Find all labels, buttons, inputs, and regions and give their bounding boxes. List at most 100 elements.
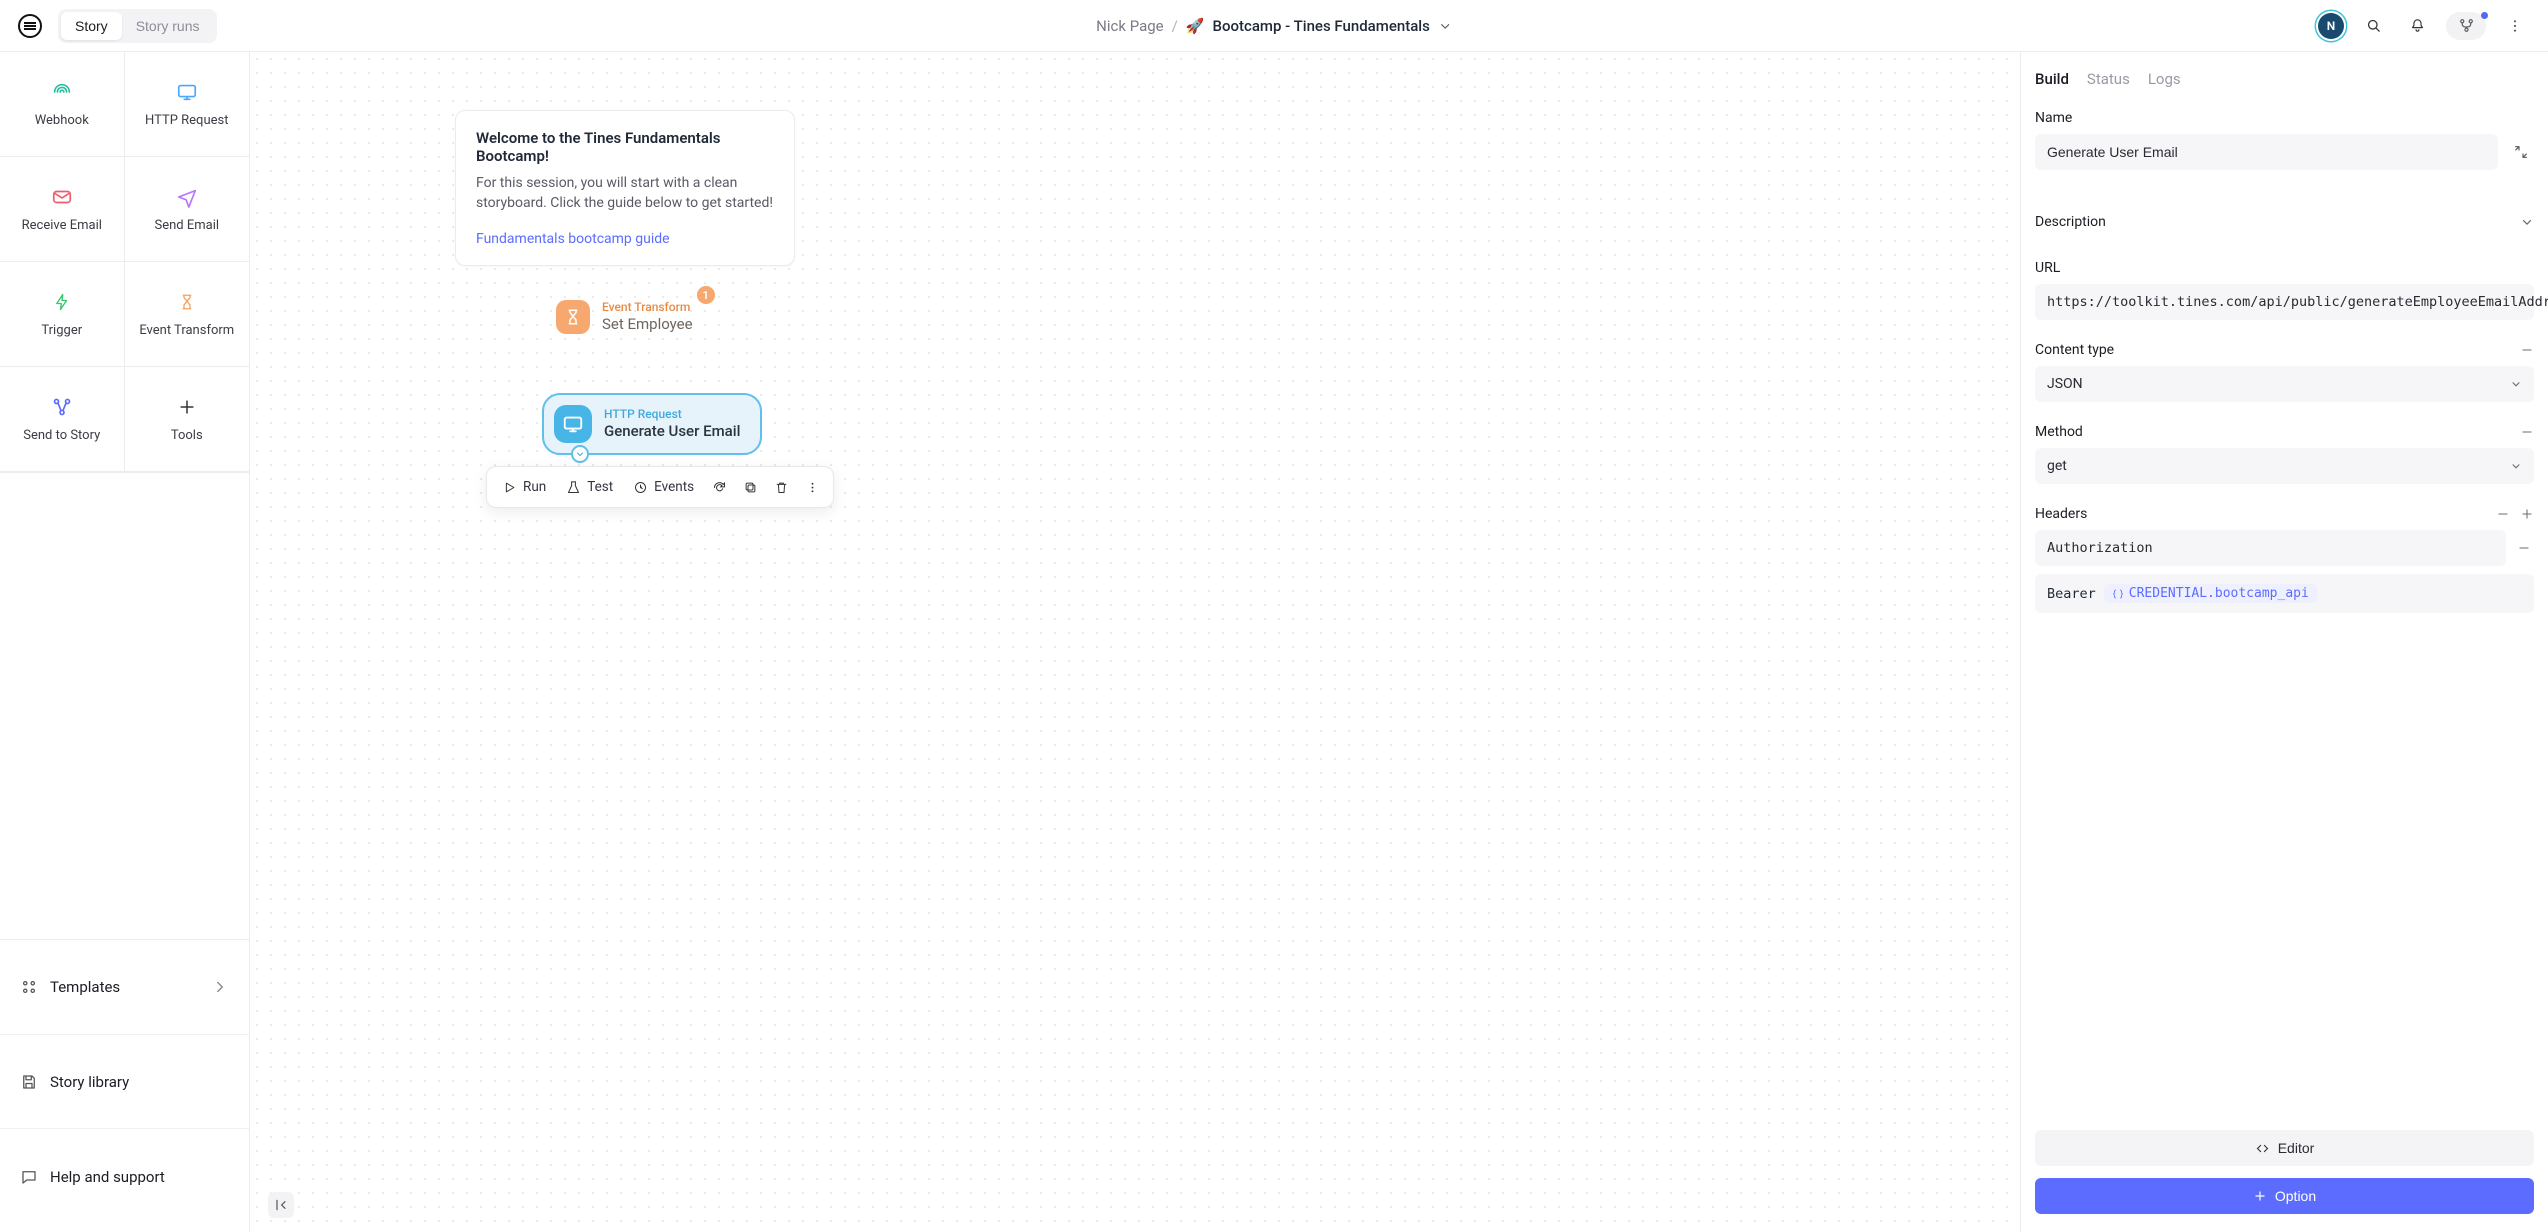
node-set-employee[interactable]: Event Transform Set Employee 1 [548, 292, 709, 342]
left-sidebar: Webhook HTTP Request Receive Email Send … [0, 52, 250, 1232]
palette-label: Webhook [35, 113, 89, 128]
method-select[interactable]: get [2035, 448, 2534, 484]
breadcrumb-title[interactable]: Bootcamp - Tines Fundamentals [1213, 17, 1430, 35]
collapse-icon [2513, 144, 2529, 160]
palette-trigger[interactable]: Trigger [0, 262, 125, 367]
chevron-down-icon[interactable] [2520, 215, 2534, 229]
run-button[interactable]: Run [492, 472, 556, 502]
credential-text: CREDENTIAL.bootcamp_api [2129, 586, 2309, 601]
credential-token[interactable]: CREDENTIAL.bootcamp_api [2104, 584, 2317, 603]
collapse-icon [273, 1197, 289, 1213]
collapse-panel-button[interactable] [2508, 139, 2534, 165]
url-label: URL [2035, 260, 2534, 276]
header-value-prefix: Bearer [2047, 586, 2096, 602]
node-toolbar: Run Test Events [486, 466, 834, 508]
header-key-input[interactable]: Authorization [2035, 530, 2506, 566]
method-value: get [2047, 458, 2067, 474]
changes-dot-icon [2481, 12, 2488, 19]
url-input[interactable]: https://toolkit.tines.com/api/public/gen… [2035, 284, 2534, 320]
more-vertical-icon [2507, 18, 2523, 34]
tab-build[interactable]: Build [2035, 70, 2069, 88]
bell-icon [2409, 17, 2426, 34]
add-output-button[interactable] [571, 445, 589, 463]
beaker-icon [566, 480, 581, 495]
palette-send-to-story[interactable]: Send to Story [0, 367, 125, 472]
node-generate-email[interactable]: HTTP Request Generate User Email [542, 393, 762, 455]
remove-icon[interactable] [2496, 507, 2510, 521]
search-icon [2365, 17, 2382, 34]
node-name: Set Employee [602, 315, 693, 334]
option-button[interactable]: Option [2035, 1178, 2534, 1214]
tab-status[interactable]: Status [2087, 70, 2130, 88]
welcome-body: For this session, you will start with a … [476, 173, 774, 214]
palette-label: Trigger [41, 323, 82, 338]
nav-templates[interactable]: Templates [0, 939, 249, 1034]
remove-icon[interactable] [2520, 425, 2534, 439]
palette-label: Event Transform [139, 323, 234, 338]
bolt-icon [51, 291, 73, 313]
tab-story-runs[interactable]: Story runs [122, 12, 214, 40]
plus-icon [176, 396, 198, 418]
node-more-button[interactable] [797, 473, 828, 502]
copy-button[interactable] [735, 473, 766, 502]
content-type-value: JSON [2047, 376, 2083, 392]
rerun-button[interactable] [704, 473, 735, 502]
test-button[interactable]: Test [556, 472, 623, 502]
editor-button[interactable]: Editor [2035, 1130, 2534, 1166]
clock-icon [633, 480, 648, 495]
palette-tools[interactable]: Tools [125, 367, 250, 472]
description-label: Description [2035, 214, 2106, 230]
welcome-card: Welcome to the Tines Fundamentals Bootca… [455, 110, 795, 266]
events-button[interactable]: Events [623, 472, 704, 502]
more-vertical-icon [805, 480, 820, 495]
welcome-link[interactable]: Fundamentals bootcamp guide [476, 231, 670, 247]
tab-story[interactable]: Story [61, 12, 122, 40]
workflow-icon [51, 396, 73, 418]
palette-http[interactable]: HTTP Request [125, 52, 250, 157]
topbar: Story Story runs Nick Page / 🚀 Bootcamp … [0, 0, 2548, 52]
chat-icon [20, 1168, 38, 1186]
header-value-input[interactable]: Bearer CREDENTIAL.bootcamp_api [2035, 574, 2534, 613]
nav-list: Templates Story library Help and support [0, 931, 249, 1232]
search-button[interactable] [2358, 11, 2388, 41]
remove-header-button[interactable] [2514, 538, 2534, 558]
breadcrumb-sep: / [1172, 17, 1178, 35]
monitor-icon [176, 81, 198, 103]
palette-receive-email[interactable]: Receive Email [0, 157, 125, 262]
hourglass-icon [176, 291, 198, 313]
palette-event-transform[interactable]: Event Transform [125, 262, 250, 367]
nav-help[interactable]: Help and support [0, 1129, 249, 1224]
add-icon[interactable] [2520, 507, 2534, 521]
event-count-badge[interactable]: 1 [697, 286, 715, 304]
run-label: Run [523, 479, 546, 495]
play-icon [502, 480, 517, 495]
chevron-right-icon [211, 978, 229, 996]
name-input[interactable] [2035, 134, 2498, 170]
tab-logs[interactable]: Logs [2148, 70, 2181, 88]
remove-icon [2517, 541, 2531, 555]
welcome-title: Welcome to the Tines Fundamentals Bootca… [476, 129, 774, 165]
send-icon [176, 186, 198, 208]
more-button[interactable] [2500, 11, 2530, 41]
monitor-icon [554, 405, 592, 443]
palette-label: Send to Story [23, 428, 100, 443]
avatar[interactable]: N [2318, 13, 2344, 39]
nav-label: Story library [50, 1073, 129, 1091]
remove-icon[interactable] [2520, 343, 2534, 357]
content-type-select[interactable]: JSON [2035, 366, 2534, 402]
notifications-button[interactable] [2402, 11, 2432, 41]
collapse-sidebar-button[interactable] [268, 1192, 294, 1218]
changes-button[interactable] [2446, 12, 2486, 40]
chevron-down-icon [2510, 460, 2522, 472]
story-canvas[interactable]: Welcome to the Tines Fundamentals Bootca… [250, 52, 2020, 1232]
nav-story-library[interactable]: Story library [0, 1034, 249, 1129]
editor-label: Editor [2278, 1140, 2315, 1156]
inbox-icon [51, 186, 73, 208]
delete-button[interactable] [766, 473, 797, 502]
palette-webhook[interactable]: Webhook [0, 52, 125, 157]
palette-send-email[interactable]: Send Email [125, 157, 250, 262]
app-menu-icon[interactable] [18, 14, 42, 38]
nav-label: Templates [50, 978, 120, 996]
breadcrumb-user: Nick Page [1096, 17, 1163, 35]
chevron-down-icon[interactable] [1438, 19, 1452, 33]
